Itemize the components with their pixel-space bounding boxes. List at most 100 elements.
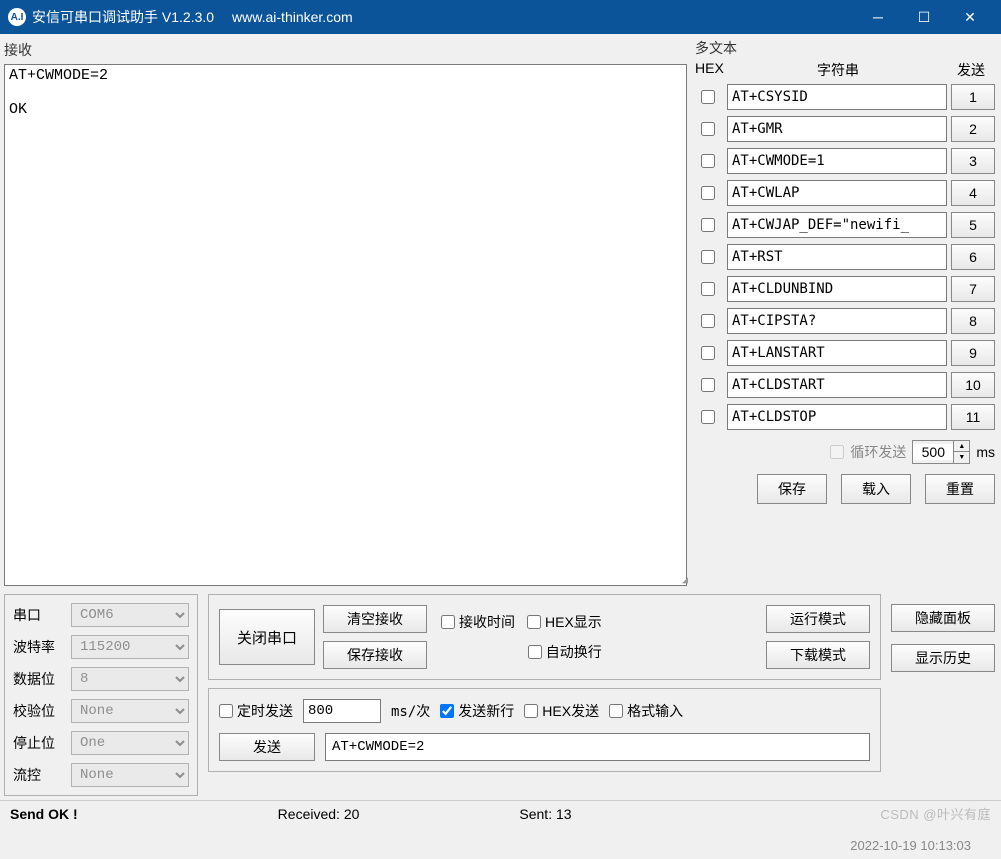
loop-interval-input[interactable]: [913, 444, 953, 460]
command-input[interactable]: [727, 212, 947, 238]
command-input[interactable]: [727, 404, 947, 430]
command-input[interactable]: [727, 276, 947, 302]
hex-checkbox[interactable]: [701, 314, 715, 328]
hex-display-label: HEX显示: [545, 612, 602, 632]
port-settings-panel: 串口COM6 波特率115200 数据位8 校验位None 停止位One 流控N…: [4, 594, 198, 796]
stopbits-label: 停止位: [13, 733, 63, 753]
timer-interval-input[interactable]: [303, 699, 381, 723]
hex-checkbox[interactable]: [701, 250, 715, 264]
command-row: 1: [695, 84, 995, 110]
command-row: 5: [695, 212, 995, 238]
window-url: www.ai-thinker.com: [232, 9, 353, 25]
clear-receive-button[interactable]: 清空接收: [323, 605, 427, 633]
command-row: 11: [695, 404, 995, 430]
command-input[interactable]: [727, 116, 947, 142]
multitext-label: 多文本: [695, 38, 995, 58]
resize-grip-icon[interactable]: ◢: [682, 575, 688, 587]
hex-send-label: HEX发送: [542, 701, 599, 721]
hex-checkbox[interactable]: [701, 154, 715, 168]
hex-checkbox[interactable]: [701, 186, 715, 200]
hex-checkbox[interactable]: [701, 410, 715, 424]
send-command-button[interactable]: 6: [951, 244, 995, 270]
status-sent: Sent: 13: [519, 806, 571, 822]
hex-checkbox[interactable]: [701, 90, 715, 104]
timed-send-checkbox[interactable]: [219, 704, 233, 718]
minimize-button[interactable]: ─: [855, 0, 901, 34]
reset-button[interactable]: 重置: [925, 474, 995, 504]
baud-select[interactable]: 115200: [71, 635, 189, 659]
run-mode-button[interactable]: 运行模式: [766, 605, 870, 633]
hex-header: HEX: [695, 60, 729, 80]
spinner-up-icon[interactable]: ▲: [954, 441, 969, 452]
loop-interval-spinner[interactable]: ▲▼: [912, 440, 970, 464]
format-input-checkbox[interactable]: [609, 704, 623, 718]
timer-unit-label: ms/次: [391, 701, 430, 721]
hex-display-checkbox[interactable]: [527, 615, 541, 629]
format-input-label: 格式输入: [627, 701, 683, 721]
spinner-down-icon[interactable]: ▼: [954, 452, 969, 463]
auto-wrap-label: 自动换行: [546, 642, 602, 662]
auto-wrap-checkbox[interactable]: [528, 645, 542, 659]
send-command-button[interactable]: 4: [951, 180, 995, 206]
hex-checkbox[interactable]: [701, 122, 715, 136]
command-row: 9: [695, 340, 995, 366]
baud-label: 波特率: [13, 637, 63, 657]
send-command-button[interactable]: 7: [951, 276, 995, 302]
hex-checkbox[interactable]: [701, 282, 715, 296]
app-icon: A.I: [8, 8, 26, 26]
flow-label: 流控: [13, 765, 63, 785]
command-input[interactable]: [727, 84, 947, 110]
send-button[interactable]: 发送: [219, 733, 315, 761]
com-label: 串口: [13, 605, 63, 625]
close-button[interactable]: ✕: [947, 0, 993, 34]
send-command-button[interactable]: 8: [951, 308, 995, 334]
window-titlebar: A.I 安信可串口调试助手 V1.2.3.0 www.ai-thinker.co…: [0, 0, 1001, 34]
stopbits-select[interactable]: One: [71, 731, 189, 755]
close-port-button[interactable]: 关闭串口: [219, 609, 315, 665]
command-input[interactable]: [727, 372, 947, 398]
show-history-button[interactable]: 显示历史: [891, 644, 995, 672]
command-input[interactable]: [727, 180, 947, 206]
download-mode-button[interactable]: 下载模式: [766, 641, 870, 669]
watermark: CSDN @叶兴有庭: [880, 804, 991, 823]
databits-label: 数据位: [13, 669, 63, 689]
command-input[interactable]: [727, 340, 947, 366]
send-newline-checkbox[interactable]: [440, 704, 454, 718]
send-command-button[interactable]: 3: [951, 148, 995, 174]
databits-select[interactable]: 8: [71, 667, 189, 691]
load-button[interactable]: 载入: [841, 474, 911, 504]
command-input[interactable]: [727, 244, 947, 270]
hex-checkbox[interactable]: [701, 218, 715, 232]
receive-label: 接收: [0, 38, 687, 62]
send-command-button[interactable]: 11: [951, 404, 995, 430]
save-button[interactable]: 保存: [757, 474, 827, 504]
command-row: 4: [695, 180, 995, 206]
send-command-button[interactable]: 9: [951, 340, 995, 366]
timed-send-label: 定时发送: [237, 701, 293, 721]
hex-checkbox[interactable]: [701, 346, 715, 360]
command-row: 7: [695, 276, 995, 302]
hex-checkbox[interactable]: [701, 378, 715, 392]
receive-time-checkbox[interactable]: [441, 615, 455, 629]
send-command-button[interactable]: 1: [951, 84, 995, 110]
save-receive-button[interactable]: 保存接收: [323, 641, 427, 669]
send-command-button[interactable]: 5: [951, 212, 995, 238]
send-input[interactable]: [325, 733, 870, 761]
command-input[interactable]: [727, 148, 947, 174]
command-input[interactable]: [727, 308, 947, 334]
hide-panel-button[interactable]: 隐藏面板: [891, 604, 995, 632]
loop-send-checkbox[interactable]: [830, 445, 844, 459]
status-bar: Send OK ! Received: 20 Sent: 13 CSDN @叶兴…: [0, 800, 1001, 826]
hex-send-checkbox[interactable]: [524, 704, 538, 718]
window-title: 安信可串口调试助手 V1.2.3.0: [32, 7, 214, 27]
send-header: 发送: [947, 60, 995, 80]
command-row: 2: [695, 116, 995, 142]
parity-select[interactable]: None: [71, 699, 189, 723]
maximize-button[interactable]: ☐: [901, 0, 947, 34]
command-row: 6: [695, 244, 995, 270]
send-command-button[interactable]: 10: [951, 372, 995, 398]
send-command-button[interactable]: 2: [951, 116, 995, 142]
com-select[interactable]: COM6: [71, 603, 189, 627]
receive-textarea[interactable]: AT+CWMODE=2 OK◢: [4, 64, 687, 586]
flow-select[interactable]: None: [71, 763, 189, 787]
